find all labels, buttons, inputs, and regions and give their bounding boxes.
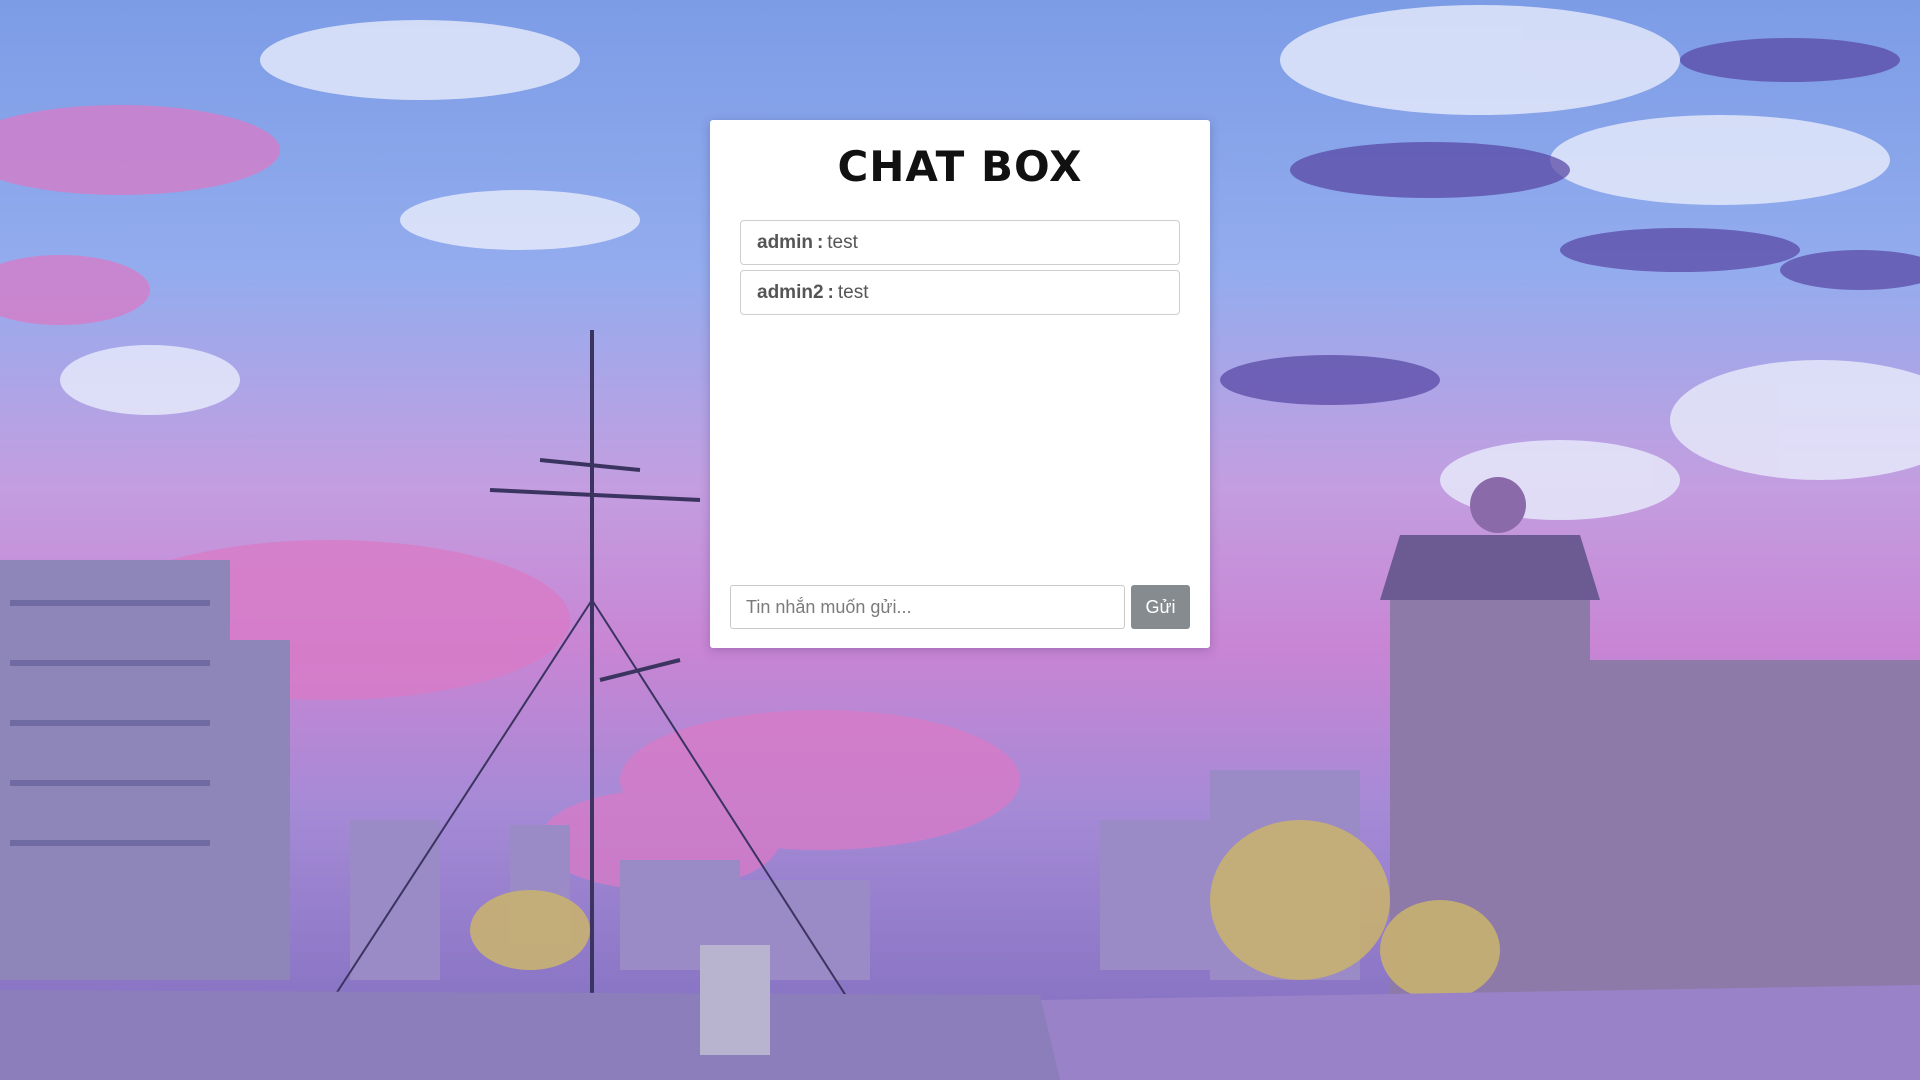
message-list: admin : test admin2 : test <box>740 220 1180 320</box>
chat-title: CHAT BOX <box>837 142 1083 191</box>
message-separator: : <box>816 231 824 253</box>
send-button[interactable]: Gửi <box>1131 585 1190 629</box>
message-text: test <box>827 231 858 253</box>
compose-area: Gửi <box>730 585 1190 629</box>
message-input[interactable] <box>730 585 1125 629</box>
message-item: admin : test <box>740 220 1180 265</box>
message-separator: : <box>827 281 834 303</box>
chat-box-panel: CHAT BOX admin : test admin2 : test Gửi <box>710 120 1210 648</box>
message-item: admin2 : test <box>740 270 1180 315</box>
message-text: test <box>837 281 869 303</box>
message-username: admin <box>757 231 813 253</box>
message-username: admin2 <box>757 281 824 303</box>
